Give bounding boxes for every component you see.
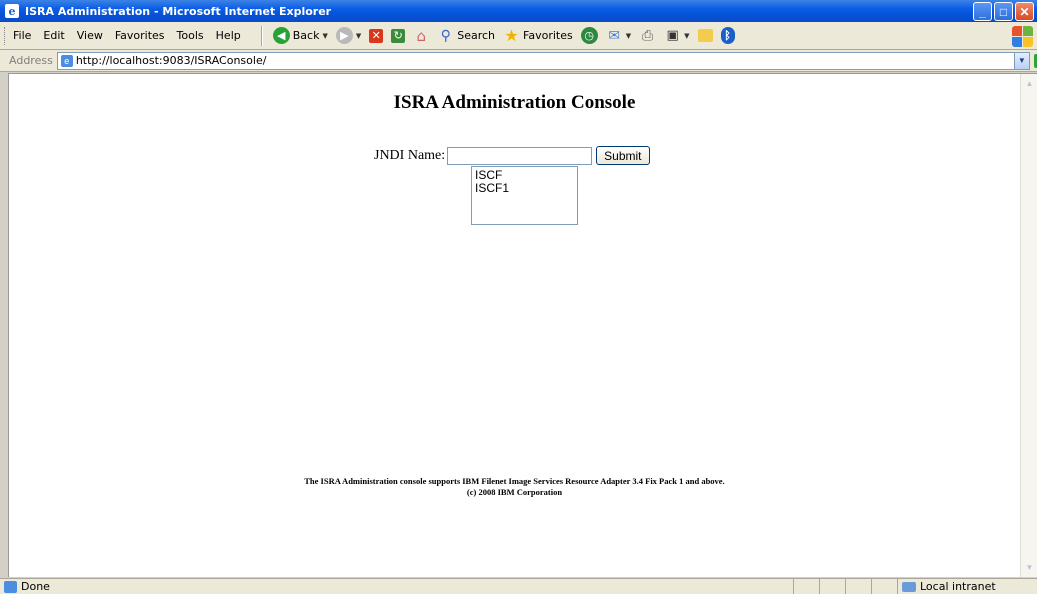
page-icon: e <box>60 54 73 67</box>
search-icon: ⚲ <box>440 27 451 44</box>
favorites-label: Favorites <box>523 29 573 42</box>
forward-dropdown-icon[interactable]: ▼ <box>356 32 361 40</box>
stop-button[interactable]: ✕ <box>365 25 387 47</box>
minimize-button[interactable]: _ <box>973 2 992 21</box>
forward-button[interactable]: ▶ ▼ <box>332 25 365 47</box>
back-dropdown-icon[interactable]: ▼ <box>322 32 327 40</box>
menu-toolbar-row: File Edit View Favorites Tools Help ◀ Ba… <box>0 22 1037 50</box>
print-button[interactable]: ⎙ <box>635 25 660 47</box>
menu-file[interactable]: File <box>7 29 37 42</box>
mail-button[interactable]: ✉ ▼ <box>602 25 635 47</box>
scroll-up-arrow-icon[interactable]: ▲ <box>1022 76 1037 91</box>
folder-icon <box>697 29 713 42</box>
status-text: Done <box>21 580 50 593</box>
address-field[interactable]: e http://localhost:9083/ISRAConsole/ ▼ <box>56 51 1030 70</box>
jndi-label: JNDI Name: <box>374 147 446 163</box>
home-icon: ⌂ <box>416 26 426 45</box>
submit-button[interactable]: Submit <box>596 146 650 165</box>
refresh-icon: ↻ <box>391 28 406 43</box>
page-done-icon <box>4 580 17 593</box>
refresh-button[interactable]: ↻ <box>387 25 409 47</box>
status-pane <box>871 578 897 594</box>
edit-icon: ▣ <box>666 28 679 43</box>
mail-icon: ✉ <box>608 27 621 44</box>
folder-button[interactable] <box>694 25 717 47</box>
stop-icon: ✕ <box>369 28 384 43</box>
address-dropdown-icon[interactable]: ▼ <box>1013 52 1029 69</box>
search-label: Search <box>457 29 496 42</box>
status-pane <box>819 578 845 594</box>
back-arrow-icon: ◀ <box>272 27 290 44</box>
history-button[interactable]: ◷ <box>577 25 602 47</box>
print-icon: ⎙ <box>642 27 654 44</box>
history-icon: ◷ <box>580 27 598 44</box>
address-url[interactable]: http://localhost:9083/ISRAConsole/ <box>76 54 267 67</box>
menu-view[interactable]: View <box>71 29 109 42</box>
address-bar: Address e http://localhost:9083/ISRACons… <box>0 50 1037 72</box>
close-button[interactable]: ✕ <box>1015 2 1034 21</box>
page-footer: The ISRA Administration console supports… <box>9 476 1020 498</box>
bluetooth-icon: ᛒ <box>720 27 735 44</box>
menu-favorites[interactable]: Favorites <box>109 29 171 42</box>
window-titlebar: e ISRA Administration - Microsoft Intern… <box>0 0 1037 22</box>
address-label: Address <box>9 54 53 67</box>
status-pane <box>793 578 819 594</box>
maximize-button[interactable]: □ <box>994 2 1013 21</box>
status-bar: Done Local intranet <box>0 578 1037 594</box>
edit-button[interactable]: ▣ ▼ <box>660 25 693 47</box>
page-title: ISRA Administration Console <box>393 92 636 113</box>
status-pane <box>845 578 871 594</box>
security-zone[interactable]: Local intranet <box>897 578 1037 594</box>
status-panes: Local intranet <box>793 578 1037 594</box>
local-intranet-icon <box>902 581 916 592</box>
bluetooth-button[interactable]: ᛒ <box>717 25 739 47</box>
forward-arrow-icon: ▶ <box>335 27 353 44</box>
vertical-scrollbar[interactable]: ▲ ▼ <box>1020 74 1037 577</box>
ie-app-icon[interactable]: e <box>5 4 19 18</box>
window-controls: _ □ ✕ <box>973 2 1034 21</box>
favorites-star-icon: ★ <box>504 26 519 45</box>
back-button[interactable]: ◀ Back ▼ <box>269 25 332 47</box>
home-button[interactable]: ⌂ <box>409 25 433 47</box>
zone-label: Local intranet <box>920 580 996 593</box>
windows-logo-icon <box>1011 25 1033 47</box>
jndi-form: JNDI Name: Submit <box>374 146 650 165</box>
page-viewport: ISRA Administration Console JNDI Name: S… <box>8 73 1037 577</box>
back-label: Back <box>292 29 320 42</box>
edit-dropdown-icon[interactable]: ▼ <box>684 32 689 40</box>
favorites-button[interactable]: ★ Favorites <box>499 25 577 47</box>
jndi-name-input[interactable] <box>447 146 593 165</box>
window-title: ISRA Administration - Microsoft Internet… <box>25 4 332 18</box>
scroll-down-arrow-icon[interactable]: ▼ <box>1022 560 1037 575</box>
menu-tools[interactable]: Tools <box>171 29 210 42</box>
menu-help[interactable]: Help <box>210 29 247 42</box>
menu-edit[interactable]: Edit <box>37 29 70 42</box>
footer-copyright: (c) 2008 IBM Corporation <box>466 487 563 497</box>
footer-support-text: The ISRA Administration console supports… <box>304 476 725 486</box>
mail-dropdown-icon[interactable]: ▼ <box>626 32 631 40</box>
list-item[interactable]: ISCF1 <box>475 182 574 195</box>
jndi-suggestions-list[interactable]: ISCF ISCF1 <box>471 166 578 225</box>
toolbar-separator <box>260 25 263 46</box>
search-button[interactable]: ⚲ Search <box>433 25 499 47</box>
